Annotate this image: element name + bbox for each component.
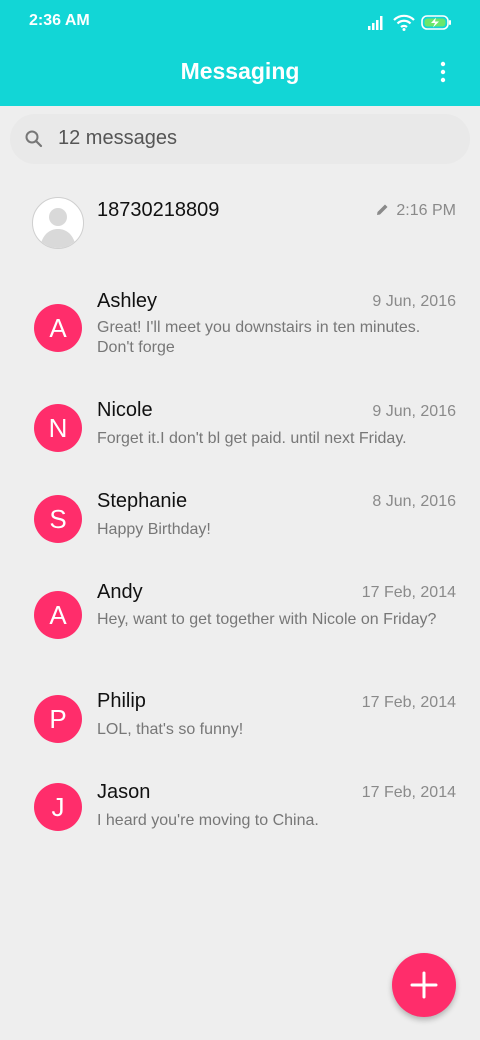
avatar: A <box>34 304 82 352</box>
conversation-time: 9 Jun, 2016 <box>372 293 456 310</box>
status-bar: 2:36 AM <box>0 0 480 42</box>
conversation-row[interactable]: P Philip 17 Feb, 2014 LOL, that's so fun… <box>0 690 480 781</box>
conversation-time: 17 Feb, 2014 <box>361 694 456 711</box>
avatar: P <box>34 695 82 743</box>
avatar: A <box>34 591 82 639</box>
search-icon <box>25 130 43 148</box>
conversation-time: 17 Feb, 2014 <box>361 584 456 601</box>
avatar: N <box>34 404 82 452</box>
more-vert-icon <box>440 61 446 83</box>
conversation-row[interactable]: A Andy 17 Feb, 2014 Hey, want to get tog… <box>0 581 480 671</box>
avatar: S <box>34 495 82 543</box>
conversation-snippet: Happy Birthday! <box>97 521 211 538</box>
conversation-name: Stephanie <box>97 490 188 512</box>
signal-icon <box>368 16 383 30</box>
conversation-row[interactable]: S Stephanie 8 Jun, 2016 Happy Birthday! <box>0 490 480 580</box>
conversation-row[interactable]: N Nicole 9 Jun, 2016 Forget it.I don't b… <box>0 399 480 490</box>
page-title: Messaging <box>180 58 300 84</box>
conversation-name: Nicole <box>97 399 153 421</box>
conversation-time: 9 Jun, 2016 <box>372 403 456 420</box>
draft-pencil-icon <box>377 204 388 215</box>
avatar: J <box>34 783 82 831</box>
conversation-name: 18730218809 <box>97 199 220 221</box>
conversation-row[interactable]: J Jason 17 Feb, 2014 I heard you're movi… <box>0 781 480 871</box>
conversation-name: Andy <box>97 581 143 603</box>
conversation-snippet: Hey, want to get together with Nicole on… <box>97 611 437 628</box>
more-options-button[interactable] <box>430 58 456 86</box>
wifi-icon <box>393 14 415 31</box>
contact-photo-placeholder <box>32 197 84 249</box>
conversation-row[interactable]: A Ashley 9 Jun, 2016 Great! I'll meet yo… <box>0 290 480 380</box>
person-icon <box>40 208 76 248</box>
conversation-snippet: LOL, that's so funny! <box>97 721 244 738</box>
status-time: 2:36 AM <box>29 12 90 29</box>
conversation-snippet: I heard you're moving to China. <box>97 812 319 829</box>
conversation-snippet: Great! I'll meet you downstairs in ten m… <box>97 319 421 356</box>
battery-charging-icon <box>421 15 451 30</box>
conversation-time: 8 Jun, 2016 <box>372 493 456 510</box>
search-placeholder: 12 messages <box>58 127 177 149</box>
conversation-snippet: Forget it.I don't bl get paid. until nex… <box>97 430 407 447</box>
conversation-name: Philip <box>97 690 146 712</box>
app-header: 2:36 AM Messaging <box>0 0 480 106</box>
search-bar[interactable]: 12 messages <box>10 114 470 164</box>
conversation-name: Jason <box>97 781 151 803</box>
plus-icon <box>410 971 438 999</box>
conversation-row[interactable]: 18730218809 2:16 PM <box>0 180 480 270</box>
conversation-time: 17 Feb, 2014 <box>361 784 456 801</box>
conversation-name: Ashley <box>97 290 158 312</box>
status-icons <box>368 14 451 31</box>
new-message-button[interactable] <box>392 953 456 1017</box>
conversation-time: 2:16 PM <box>396 202 456 219</box>
